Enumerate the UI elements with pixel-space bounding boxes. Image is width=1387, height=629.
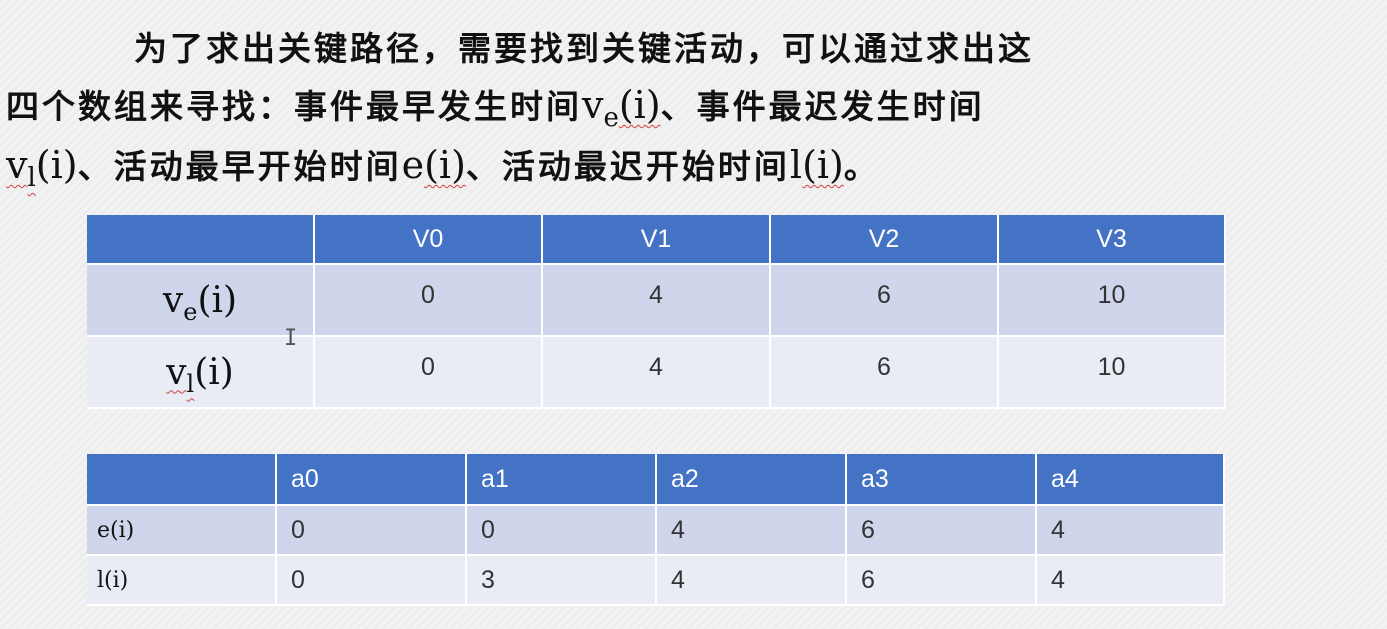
table-cell: 4 bbox=[657, 506, 847, 556]
header-corner bbox=[87, 454, 277, 506]
intro-line-3: vl(i)、活动最早开始时间e(i)、活动最迟开始时间l(i)。 bbox=[6, 140, 880, 193]
table-cell: 0 bbox=[277, 506, 467, 556]
table-row-e: e(i) 0 0 4 6 4 bbox=[87, 506, 1225, 556]
header-a3: a3 bbox=[847, 454, 1037, 506]
intro-line-2-tail: 、事件最迟发生时间 bbox=[660, 87, 985, 126]
intro-line-3-end: 。 bbox=[843, 147, 880, 186]
table-cell: 4 bbox=[543, 337, 771, 409]
row-label-l: l(i) bbox=[87, 556, 277, 606]
intro-line-3-text-2: 、活动最迟开始时间 bbox=[465, 147, 790, 186]
table-cell: 0 bbox=[467, 506, 657, 556]
table-cell: 0 bbox=[315, 337, 543, 409]
header-a4: a4 bbox=[1037, 454, 1225, 506]
table-cell: 10 bbox=[999, 265, 1226, 337]
intro-line-3-text-1: 、活动最早开始时间 bbox=[77, 147, 402, 186]
table-cell: 0 bbox=[315, 265, 543, 337]
table-header-row: a0 a1 a2 a3 a4 bbox=[87, 454, 1225, 506]
table-row-l: l(i) 0 3 4 6 4 bbox=[87, 556, 1225, 606]
header-a2: a2 bbox=[657, 454, 847, 506]
table-cell: 6 bbox=[771, 337, 999, 409]
header-corner bbox=[87, 215, 315, 265]
table-cell: 4 bbox=[1037, 556, 1225, 606]
table-header-row: V0 V1 V2 V3 bbox=[87, 215, 1226, 265]
table-cell: 6 bbox=[847, 556, 1037, 606]
header-a0: a0 bbox=[277, 454, 467, 506]
e-formula: e(i) bbox=[401, 143, 466, 187]
table-row-vl: vl(i) 0 4 6 10 bbox=[87, 337, 1226, 409]
table-cell: 6 bbox=[847, 506, 1037, 556]
vertex-time-table: V0 V1 V2 V3 ve(i) 0 4 6 10 vl(i) 0 4 6 1… bbox=[87, 215, 1226, 409]
table-row-ve: ve(i) 0 4 6 10 bbox=[87, 265, 1226, 337]
intro-line-2: 四个数组来寻找：事件最早发生时间ve(i)、事件最迟发生时间 bbox=[6, 80, 985, 133]
table-cell: 4 bbox=[657, 556, 847, 606]
vl-formula: vl(i) bbox=[6, 143, 78, 193]
table-cell: 0 bbox=[277, 556, 467, 606]
header-v2: V2 bbox=[771, 215, 999, 265]
table-cell: 3 bbox=[467, 556, 657, 606]
table-cell: 6 bbox=[771, 265, 999, 337]
intro-line-2-text: 四个数组来寻找：事件最早发生时间 bbox=[6, 87, 582, 126]
header-v0: V0 bbox=[315, 215, 543, 265]
table-cell: 4 bbox=[1037, 506, 1225, 556]
table-cell: 4 bbox=[543, 265, 771, 337]
table-cell: 10 bbox=[999, 337, 1226, 409]
row-label-ve: ve(i) bbox=[87, 265, 315, 337]
intro-line-1: 为了求出关键路径，需要找到关键活动，可以通过求出这 bbox=[134, 29, 1034, 68]
row-label-e: e(i) bbox=[87, 506, 277, 556]
activity-time-table: a0 a1 a2 a3 a4 e(i) 0 0 4 6 4 l(i) 0 3 4… bbox=[87, 454, 1225, 606]
text-cursor-icon: I bbox=[284, 326, 298, 351]
header-v3: V3 bbox=[999, 215, 1226, 265]
l-formula: l(i) bbox=[789, 143, 844, 187]
ve-formula: ve(i) bbox=[582, 83, 661, 133]
row-label-vl: vl(i) bbox=[87, 337, 315, 409]
header-v1: V1 bbox=[543, 215, 771, 265]
intro-text: 为了求出关键路径，需要找到关键活动，可以通过求出这 四个数组来寻找：事件最早发生… bbox=[0, 0, 1387, 200]
header-a1: a1 bbox=[467, 454, 657, 506]
